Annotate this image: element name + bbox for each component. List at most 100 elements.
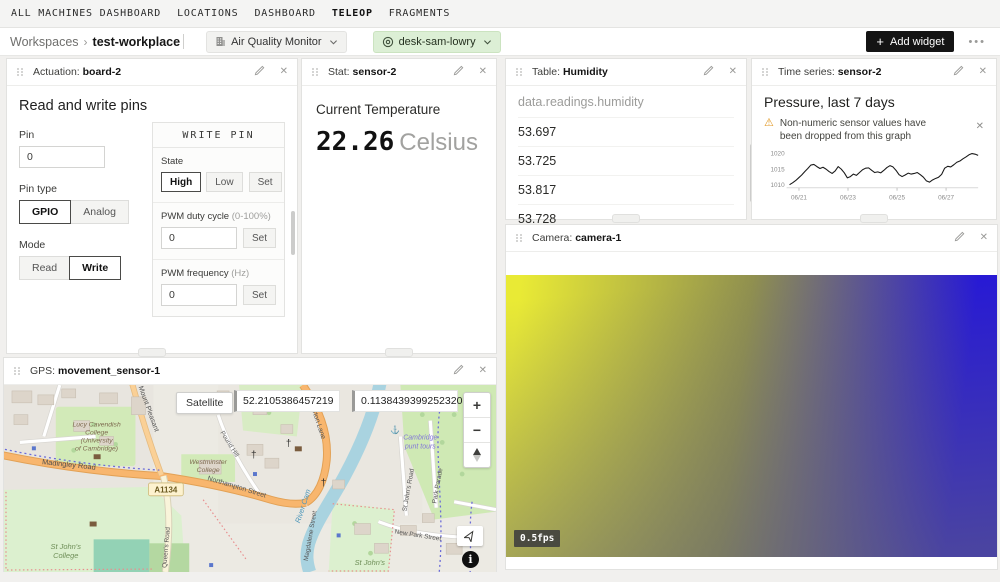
resize-handle[interactable] [385,348,413,357]
pwm-frequency-set-button[interactable]: Set [243,285,276,305]
chevron-down-icon [329,38,338,46]
nav-teleop[interactable]: TELEOP [332,8,373,19]
stat-value: 22.26 [316,127,394,157]
map-label-st-johns-college: St John'sCollege [51,542,82,560]
mode-read-button[interactable]: Read [19,256,70,280]
stat-label: Current Temperature [316,102,482,117]
drag-handle-icon[interactable] [761,67,769,77]
workspace-name-input[interactable]: test-workplace [93,35,181,49]
widget-type-label: GPS: [30,365,55,377]
column-header: data.readings.humidity [518,86,734,117]
zoom-out-button[interactable]: − [464,417,490,442]
edit-pencil-icon[interactable] [953,65,964,79]
machine-picker[interactable]: desk-sam-lowry [373,31,501,53]
locate-button[interactable] [457,526,483,546]
pin-input[interactable]: 0 [19,146,105,168]
table-row: 53.697 [518,117,734,146]
close-icon[interactable]: ✕ [979,67,987,77]
table-row: 53.725 [518,146,734,175]
add-widget-button[interactable]: + Add widget [866,31,954,52]
close-icon[interactable]: ✕ [729,67,737,77]
chart-title: Pressure, last 7 days [764,94,984,110]
close-icon[interactable]: ✕ [479,67,487,77]
pwm-duty-set-button[interactable]: Set [243,228,276,248]
location-picker-label: Air Quality Monitor [231,36,321,48]
warning-dismiss-icon[interactable]: ✕ [976,117,984,132]
scrollbar-thumb[interactable] [291,211,295,255]
pwm-frequency-input[interactable]: 0 [161,284,237,306]
location-picker[interactable]: Air Quality Monitor [206,31,346,53]
more-menu-button[interactable]: ••• [968,36,986,48]
breadcrumb-workspaces[interactable]: Workspaces [10,35,79,49]
pwm-duty-input[interactable]: 0 [161,227,237,249]
pin-type-gpio-button[interactable]: GPIO [19,200,71,224]
warning-banner: ⚠ Non-numeric sensor values have been dr… [764,117,984,143]
satellite-toggle-button[interactable]: Satellite [176,392,233,414]
edit-pencil-icon[interactable] [703,65,714,79]
church-icon: † [286,438,292,449]
widget-actuation: Actuation: board-2 ✕ Read and write pins… [6,58,298,354]
church-icon: † [251,450,257,461]
pin-type-analog-button[interactable]: Analog [70,200,129,224]
camera-feed: 0.5fps [506,275,997,557]
resize-handle[interactable] [138,348,166,357]
widget-table: Table: Humidity ✕ data.readings.humidity… [505,58,747,220]
resize-handle[interactable] [860,214,888,223]
plus-icon: + [876,35,884,48]
svg-text:A1134: A1134 [154,485,178,494]
edit-pencil-icon[interactable] [453,364,464,378]
widget-type-label: Table: [532,66,560,78]
machine-icon [382,36,394,48]
compass-button[interactable] [464,442,490,467]
road-ref-badge: A1134 [148,483,183,496]
warning-text: Non-numeric sensor values have been drop… [780,117,940,143]
drag-handle-icon[interactable] [13,366,21,376]
svg-text:06/23: 06/23 [840,195,856,202]
map-container: † † † ⚓ Madingley Road A1134 Mount Pleas… [4,385,496,572]
widget-type-label: Camera: [532,232,572,244]
table-body: data.readings.humidity 53.697 53.725 53.… [506,86,746,233]
edit-pencil-icon[interactable] [453,65,464,79]
drag-handle-icon[interactable] [515,233,523,243]
svg-text:06/21: 06/21 [791,195,807,202]
svg-text:1020: 1020 [770,151,785,158]
state-high-button[interactable]: High [161,172,201,192]
longitude-input[interactable]: 0.11384393992523201 [352,390,458,412]
widget-name: sensor-2 [838,66,882,78]
machine-picker-label: desk-sam-lowry [399,36,476,48]
state-set-button[interactable]: Set [249,172,282,192]
resize-handle[interactable] [612,214,640,223]
pwm-duty-unit: (0-100%) [232,211,271,222]
widget-name: camera-1 [575,232,621,244]
nav-all-machines-dashboard[interactable]: ALL MACHINES DASHBOARD [11,8,161,19]
widget-gps: GPS: movement_sensor-1 ✕ [3,357,497,572]
widget-name: board-2 [83,66,122,78]
widget-name: Humidity [563,66,608,78]
latitude-input[interactable]: 52.2105386457219 [234,390,340,412]
widget-type-label: Time series: [778,66,835,78]
info-icon[interactable]: i [462,551,479,568]
drag-handle-icon[interactable] [515,67,523,77]
drag-handle-icon[interactable] [16,67,24,77]
widget-header: Actuation: board-2 ✕ [7,59,297,86]
widget-stat: Stat: sensor-2 ✕ Current Temperature 22.… [301,58,497,354]
edit-pencil-icon[interactable] [954,231,965,245]
widget-name: movement_sensor-1 [58,365,160,377]
close-icon[interactable]: ✕ [479,366,487,376]
pwm-frequency-unit: (Hz) [231,268,249,279]
edit-pencil-icon[interactable] [254,65,265,79]
nav-dashboard[interactable]: DASHBOARD [254,8,315,19]
close-icon[interactable]: ✕ [280,67,288,77]
map-label-punt-tours: Cambridgepunt tours [403,434,437,450]
zoom-in-button[interactable]: + [464,393,490,417]
drag-handle-icon[interactable] [311,67,319,77]
close-icon[interactable]: ✕ [980,233,988,243]
nav-locations[interactable]: LOCATIONS [177,8,238,19]
workspace-name-caret [183,34,184,49]
write-pin-panel: WRITE PIN State High Low Set PWM duty cy… [152,122,285,317]
mode-write-button[interactable]: Write [69,256,121,280]
navigation-arrow-icon [464,530,476,542]
map-canvas[interactable]: † † † ⚓ Madingley Road A1134 Mount Pleas… [4,385,496,572]
nav-fragments[interactable]: FRAGMENTS [389,8,450,19]
state-low-button[interactable]: Low [206,172,242,192]
